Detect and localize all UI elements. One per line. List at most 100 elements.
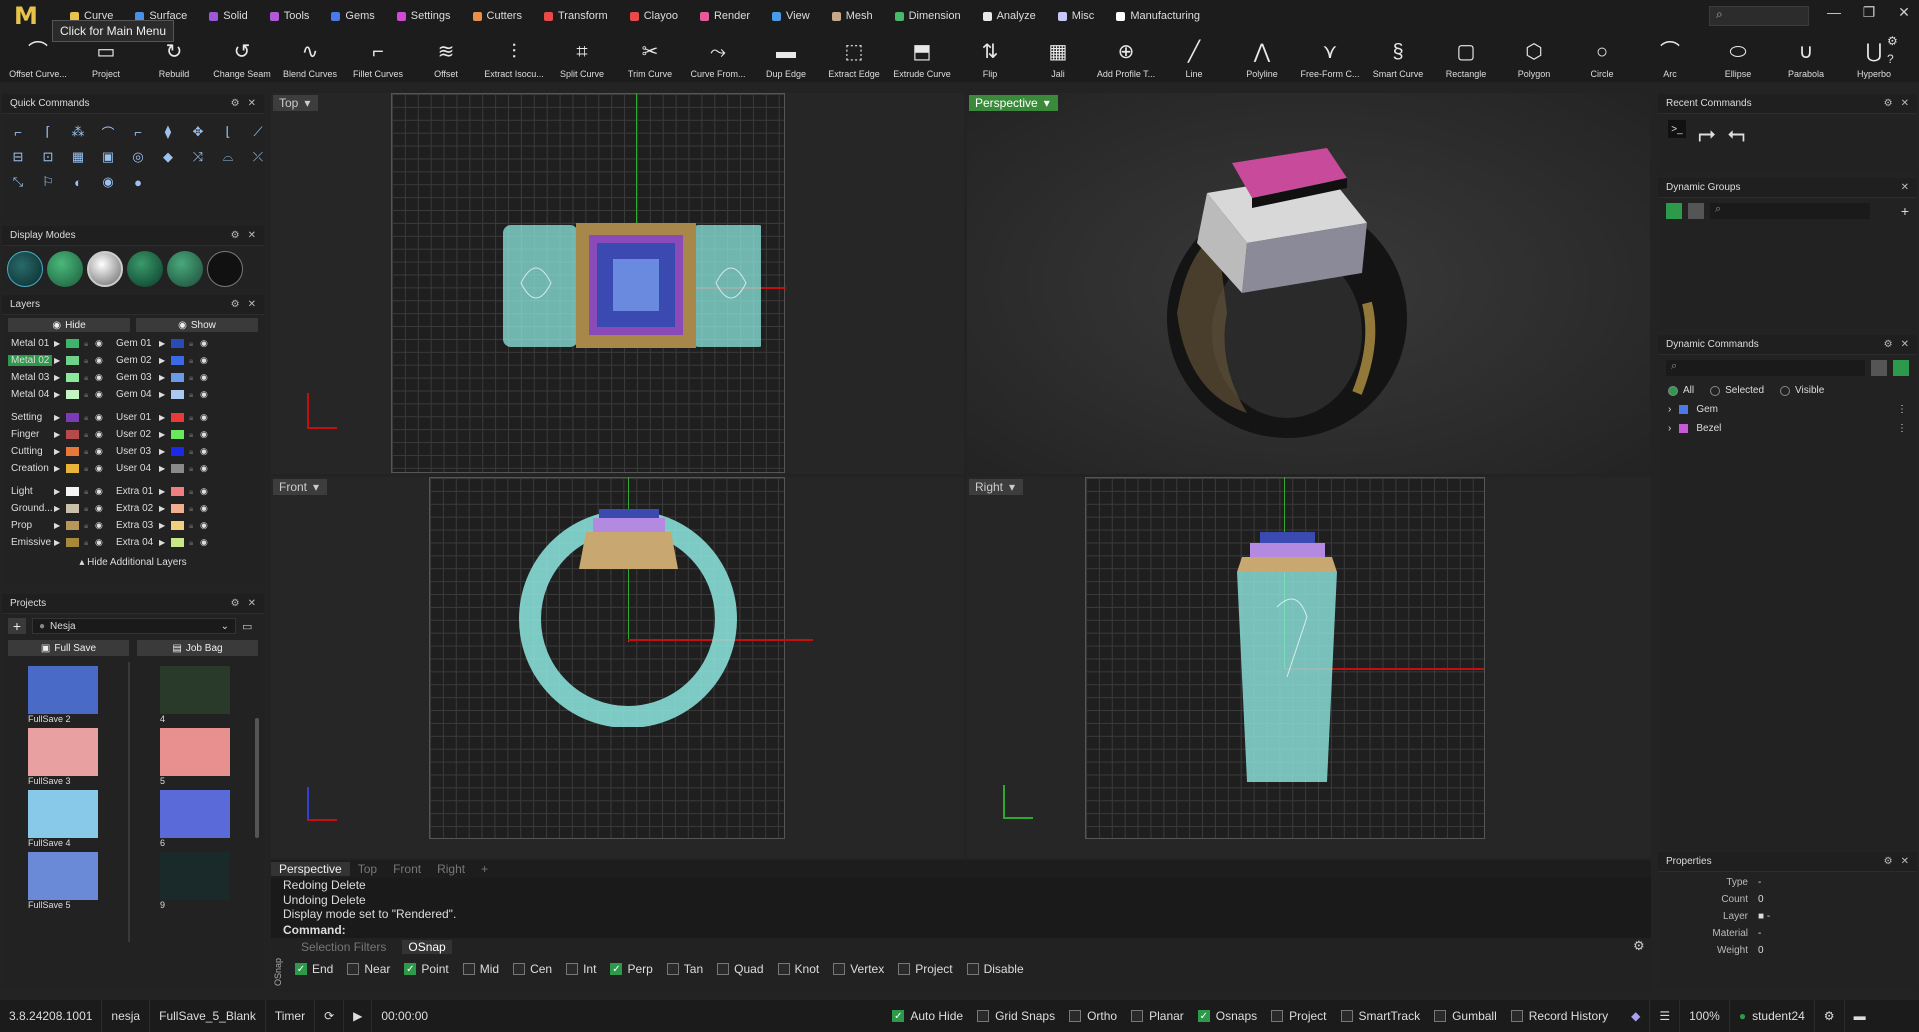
panel-close-icon[interactable]: ✕ — [248, 299, 256, 310]
top-viewport[interactable]: Top ▾ — [271, 93, 964, 474]
add-project-button[interactable]: + — [8, 618, 26, 634]
eye-icon[interactable]: ◉ — [95, 446, 105, 457]
layer-row[interactable]: Cutting ▶ 🔒︎ ◉ — [8, 443, 105, 460]
tool-split-curve[interactable]: ⌗ Split Curve — [548, 32, 616, 82]
eye-icon[interactable]: ◉ — [200, 389, 210, 400]
toggle-smarttrack[interactable]: SmartTrack — [1340, 1009, 1420, 1023]
expand-icon[interactable]: ▶ — [159, 390, 167, 399]
layer-color-swatch[interactable] — [171, 373, 184, 382]
top-viewport-label[interactable]: Top ▾ — [273, 95, 319, 111]
close-icon[interactable]: ✕ — [1892, 4, 1916, 21]
checkbox-icon[interactable] — [666, 963, 679, 975]
expand-icon[interactable]: ▶ — [159, 538, 167, 547]
eye-icon[interactable]: ◉ — [200, 446, 210, 457]
layer-color-swatch[interactable] — [171, 504, 184, 513]
layer-row[interactable]: User 03 ▶ 🔒︎ ◉ — [113, 443, 210, 460]
terminal-icon[interactable]: >_ — [1668, 120, 1686, 138]
panel-close-icon[interactable]: ✕ — [248, 98, 256, 109]
tool-ellipse[interactable]: ⬭ Ellipse — [1704, 32, 1772, 82]
view-tab-top[interactable]: Top — [350, 862, 385, 876]
more-icon[interactable]: ⋮ — [1897, 404, 1907, 415]
osnap-tab-selection-filters[interactable]: Selection Filters — [301, 940, 386, 954]
lock-icon[interactable]: 🔒︎ — [84, 521, 92, 531]
quick-command-icon[interactable]: ⌓ — [218, 147, 238, 167]
expand-icon[interactable]: ▶ — [159, 356, 167, 365]
toggle-auto-hide[interactable]: ✓ Auto Hide — [892, 1009, 963, 1023]
expand-icon[interactable]: ▶ — [54, 390, 62, 399]
layer-row[interactable]: Metal 04 ▶ 🔒︎ ◉ — [8, 386, 105, 403]
command-line[interactable]: Command: — [283, 923, 1651, 937]
eye-icon[interactable]: ◉ — [200, 372, 210, 383]
lock-icon[interactable]: 🔒︎ — [189, 430, 197, 440]
menu-tab-tools[interactable]: Tools — [260, 3, 320, 29]
quick-command-icon[interactable]: ◉ — [98, 172, 118, 192]
project-thumbnail[interactable]: FullSave 4 — [28, 790, 106, 850]
perspective-viewport[interactable]: Perspective ▾ — [967, 93, 1650, 474]
layer-row[interactable]: Light ▶ 🔒︎ ◉ — [8, 483, 105, 500]
osnap-cen[interactable]: Cen — [513, 962, 552, 976]
command-group-gem[interactable]: › Gem ⋮ — [1658, 400, 1917, 419]
panel-settings-icon[interactable]: ⚙ — [1884, 98, 1893, 109]
perspective-viewport-label[interactable]: Perspective ▾ — [969, 95, 1058, 111]
project-thumbnail[interactable]: FullSave 5 — [28, 852, 106, 912]
layer-color-swatch[interactable] — [66, 487, 79, 496]
lock-icon[interactable]: 🔒︎ — [84, 538, 92, 548]
radio-icon[interactable] — [1710, 385, 1721, 396]
menu-tab-render[interactable]: Render — [690, 3, 760, 29]
restore-icon[interactable]: ❐ — [1857, 4, 1881, 21]
wireframe-mode-icon[interactable] — [7, 251, 43, 287]
layer-row[interactable]: Emissive ▶ 🔒︎ ◉ — [8, 534, 105, 551]
right-viewport-label[interactable]: Right ▾ — [969, 479, 1024, 495]
layer-row[interactable]: User 04 ▶ 🔒︎ ◉ — [113, 460, 210, 477]
commands-filter-icon[interactable] — [1871, 360, 1888, 376]
lock-icon[interactable]: 🔒︎ — [84, 464, 92, 474]
tool-arc[interactable]: ⌒ Arc — [1636, 32, 1704, 82]
layer-row[interactable]: Metal 01 ▶ 🔒︎ ◉ — [8, 335, 105, 352]
toggle-ortho[interactable]: Ortho — [1069, 1009, 1117, 1023]
show-layers-button[interactable]: ◉ Show — [136, 318, 258, 332]
layer-color-swatch[interactable] — [66, 373, 79, 382]
checkbox-icon[interactable] — [513, 963, 526, 975]
user-button[interactable]: ● student24 — [1730, 1000, 1815, 1032]
checkbox-icon[interactable] — [1434, 1010, 1447, 1022]
osnap-vertex[interactable]: Vertex — [833, 962, 884, 976]
lock-icon[interactable]: 🔒︎ — [189, 521, 197, 531]
expand-icon[interactable]: ▶ — [159, 464, 167, 473]
checkbox-icon[interactable] — [1271, 1010, 1284, 1022]
layer-color-swatch[interactable] — [66, 430, 79, 439]
lock-icon[interactable]: 🔒︎ — [84, 413, 92, 423]
lock-icon[interactable]: 🔒︎ — [189, 464, 197, 474]
view-tab-front[interactable]: Front — [385, 862, 429, 876]
layer-row[interactable]: Extra 04 ▶ 🔒︎ ◉ — [113, 534, 210, 551]
layer-color-swatch[interactable] — [66, 447, 79, 456]
tool-flip[interactable]: ⇅ Flip — [956, 32, 1024, 82]
quick-command-icon[interactable]: ⁂ — [68, 122, 88, 142]
folder-icon[interactable]: ▭ — [242, 620, 258, 633]
osnap-settings-icon[interactable]: ⚙ — [1633, 938, 1645, 954]
osnap-tab-osnap[interactable]: OSnap — [402, 940, 452, 954]
panel-settings-icon[interactable]: ⚙ — [231, 299, 240, 310]
layer-color-swatch[interactable] — [66, 356, 79, 365]
eye-icon[interactable]: ◉ — [200, 338, 210, 349]
eye-icon[interactable]: ◉ — [200, 520, 210, 531]
checkbox-icon[interactable]: ✓ — [1197, 1010, 1210, 1022]
help-icon[interactable]: ? — [1887, 52, 1894, 66]
layer-color-swatch[interactable] — [66, 521, 79, 530]
hide-layers-button[interactable]: ◉ Hide — [8, 318, 130, 332]
view-tab-right[interactable]: Right — [429, 862, 473, 876]
plugin-icon[interactable]: ◆ — [1622, 1000, 1651, 1032]
quick-command-icon[interactable]: ⌊ — [218, 122, 238, 142]
layer-row[interactable]: Gem 01 ▶ 🔒︎ ◉ — [113, 335, 210, 352]
quick-command-icon[interactable]: ⌈ — [38, 122, 58, 142]
layer-color-swatch[interactable] — [171, 487, 184, 496]
radio-icon[interactable] — [1668, 385, 1678, 396]
checkbox-icon[interactable] — [977, 1010, 990, 1022]
view-tab-[interactable]: + — [473, 862, 496, 876]
tool-blend-curves[interactable]: ∿ Blend Curves — [276, 32, 344, 82]
lock-icon[interactable]: 🔒︎ — [84, 339, 92, 349]
lock-icon[interactable]: 🔒︎ — [84, 373, 92, 383]
lock-icon[interactable]: 🔒︎ — [189, 339, 197, 349]
main-menu-logo[interactable]: M — [14, 2, 38, 30]
tool-free-form-c[interactable]: ⋎ Free-Form C... — [1296, 32, 1364, 82]
zoom-label[interactable]: 100% — [1680, 1000, 1730, 1032]
